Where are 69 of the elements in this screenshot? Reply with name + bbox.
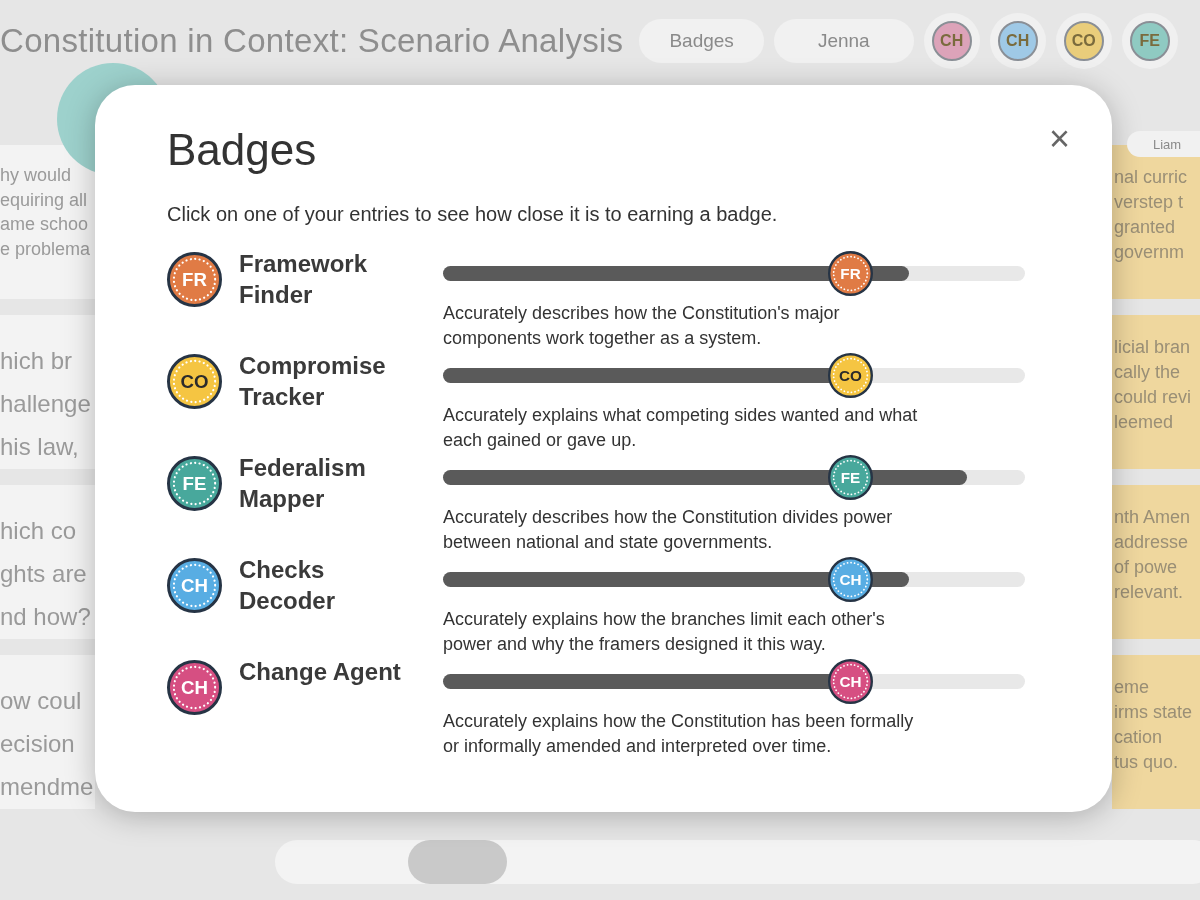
badge-name: Framework Finder	[239, 249, 369, 310]
response-card[interactable]: hich br hallenge his law,	[0, 315, 95, 469]
response-card[interactable]: eme irms state cation tus quo.	[1112, 655, 1200, 809]
user-button[interactable]: Jenna	[773, 19, 914, 63]
badge-marker-icon: CH	[828, 659, 873, 704]
badge-description: Accurately explains what competing sides wanted and what each gained or gave up.	[443, 404, 919, 452]
card-text: hy would	[0, 164, 73, 187]
card-text: ghts are	[0, 559, 88, 589]
card-text: granted	[1114, 216, 1177, 239]
card-text: cation	[1114, 726, 1164, 749]
card-text: hallenge	[0, 389, 92, 419]
card-text: verstep t	[1114, 191, 1185, 214]
card-text: eme	[1114, 676, 1150, 699]
card-text: cally the	[1114, 361, 1182, 384]
response-card[interactable]: nth Amen addresse of powe relevant.	[1112, 485, 1200, 639]
card-text: hich co	[0, 516, 78, 546]
badge-marker-icon: CO	[828, 353, 873, 398]
badge-marker-icon: FR	[828, 251, 873, 296]
badge-icon: CH	[167, 558, 222, 613]
badge-icon: CH	[167, 660, 222, 715]
badge-chip[interactable]: CH	[989, 13, 1046, 69]
card-text: hich br	[0, 346, 74, 376]
dialog-instructions: Click on one of your entries to see how close it is to earning a badge.	[167, 203, 779, 226]
badge-marker-icon: FE	[828, 455, 873, 500]
badge-name: Checks Decoder	[239, 555, 337, 616]
card-text: mendme	[0, 772, 95, 802]
response-card[interactable]: licial bran cally the could revi leemed	[1112, 315, 1200, 469]
card-text: could revi	[1114, 386, 1193, 409]
badge-icon: FE	[167, 456, 222, 511]
badge-description: Accurately explains how the Constitution has been formally or informally amended and interpreted over time.	[443, 710, 915, 758]
badge-icon: FR	[167, 252, 222, 307]
response-card[interactable]: ow coul ecision mendme	[0, 655, 95, 809]
badge-name: Federalism Mapper	[239, 453, 367, 514]
response-card[interactable]: hy would equiring all ame schoo e problema	[0, 145, 95, 299]
scrollbar-thumb[interactable]	[408, 840, 507, 884]
card-text: nd how?	[0, 602, 92, 632]
close-button[interactable]: ×	[1044, 121, 1074, 157]
card-text: of powe	[1114, 556, 1179, 579]
card-text: relevant.	[1114, 581, 1185, 604]
badge-name: Change Agent	[239, 657, 402, 687]
card-text: licial bran	[1114, 336, 1192, 359]
scrollbar-track[interactable]	[275, 840, 1200, 884]
card-text: ecision	[0, 729, 76, 759]
badge-description: Accurately describes how the Constitution divides power between national and state governments.	[443, 506, 894, 554]
card-text: governm	[1114, 241, 1186, 264]
card-text: addresse	[1114, 531, 1190, 554]
card-text: irms state	[1114, 701, 1193, 724]
card-text: e problema	[0, 237, 92, 261]
card-text: ow coul	[0, 686, 83, 716]
badge-icon: CO	[167, 354, 222, 409]
response-card[interactable]: hich co ghts are nd how?	[0, 485, 95, 639]
badge-marker-icon: CH	[828, 557, 873, 602]
card-text: leemed	[1114, 411, 1175, 434]
badges-button[interactable]: Badges	[639, 19, 764, 63]
card-text: tus quo.	[1114, 751, 1180, 774]
card-text: ame schoo	[0, 213, 90, 236]
page-title: Constitution in Context: Scenario Analysis	[0, 22, 624, 60]
badge-chip[interactable]: FE	[1121, 13, 1178, 69]
card-text: his law,	[0, 432, 80, 462]
badge-description: Accurately explains how the branches limit each other's power and why the framers designed it this way.	[443, 608, 886, 656]
student-name-tag: Liam	[1127, 131, 1200, 157]
badge-chip[interactable]: CH	[923, 13, 980, 69]
badge-name: Compromise Tracker	[239, 351, 387, 412]
card-text: equiring all	[0, 188, 89, 212]
badge-chip[interactable]: CO	[1055, 13, 1112, 69]
badge-description: Accurately describes how the Constitution's major components work together as a system.	[443, 302, 841, 350]
dialog-title: Badges	[167, 125, 318, 175]
card-text: nth Amen	[1114, 506, 1192, 529]
card-text: nal curric	[1114, 166, 1189, 189]
